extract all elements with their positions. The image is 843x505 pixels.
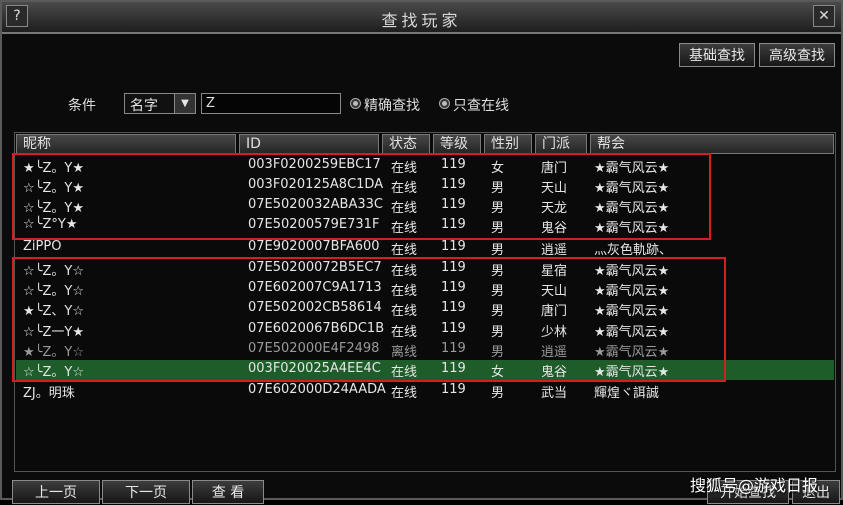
cell-gender: 男 (491, 386, 505, 401)
cell-gender: 男 (491, 243, 505, 258)
column-header-nickname[interactable]: 昵称 (16, 134, 236, 154)
search-input[interactable]: Z (201, 93, 341, 114)
field-select-value: 名字 (130, 98, 158, 114)
advanced-search-button[interactable]: 高级查找 (759, 43, 835, 67)
view-button[interactable]: 查 看 (192, 480, 264, 504)
annotation-box (12, 153, 711, 240)
window-title: 查找玩家 (381, 11, 462, 30)
chevron-down-icon[interactable]: ▼ (174, 94, 195, 113)
prev-page-button[interactable]: 上一页 (12, 480, 100, 504)
column-header-id[interactable]: ID (239, 134, 379, 154)
cell-id: 07E602000D24AADA (248, 382, 386, 397)
column-header-gender[interactable]: 性别 (484, 134, 532, 154)
cell-id: 07E9020007BFA600 (248, 239, 380, 254)
cell-guild: 灬灰色軌跡、 (594, 243, 673, 258)
cell-status: 在线 (391, 243, 418, 258)
table-row[interactable]: ZiPPO 07E9020007BFA600 在线 119 男 逍遥 灬灰色軌跡… (16, 238, 834, 258)
close-button[interactable]: ✕ (813, 5, 835, 27)
next-page-button[interactable]: 下一页 (102, 480, 190, 504)
column-header-level[interactable]: 等级 (433, 134, 481, 154)
cell-guild: 輝煌ヾ誀誠 (594, 386, 660, 401)
online-only-label: 只查在线 (453, 98, 509, 114)
watermark: 搜狐号@游戏日报 (690, 476, 819, 495)
column-header-status[interactable]: 状态 (382, 134, 430, 154)
cell-faction: 逍遥 (541, 243, 568, 258)
cell-nickname: ZiPPO (23, 239, 62, 254)
field-select[interactable]: 名字 ▼ (124, 93, 196, 114)
cell-nickname: ZJ。明珠 (23, 386, 75, 401)
annotation-box (12, 257, 726, 382)
online-only-radio[interactable] (439, 98, 450, 109)
condition-label: 条件 (68, 98, 96, 114)
table-row[interactable]: ZJ。明珠 07E602000D24AADA 在线 119 男 武当 輝煌ヾ誀誠 (16, 381, 834, 401)
column-header-faction[interactable]: 门派 (535, 134, 587, 154)
cell-level: 119 (441, 382, 466, 397)
exact-search-radio[interactable] (350, 98, 361, 109)
exact-search-label: 精确查找 (364, 98, 420, 114)
title-bar: ? 查找玩家 ✕ (2, 2, 841, 34)
cell-level: 119 (441, 239, 466, 254)
basic-search-button[interactable]: 基础查找 (679, 43, 755, 67)
cell-faction: 武当 (541, 386, 568, 401)
cell-status: 在线 (391, 386, 418, 401)
column-header-guild[interactable]: 帮会 (590, 134, 834, 154)
find-player-window: ? 查找玩家 ✕ 基础查找 高级查找 条件 名字 ▼ Z 精确查找 只查在线 昵… (0, 0, 843, 504)
